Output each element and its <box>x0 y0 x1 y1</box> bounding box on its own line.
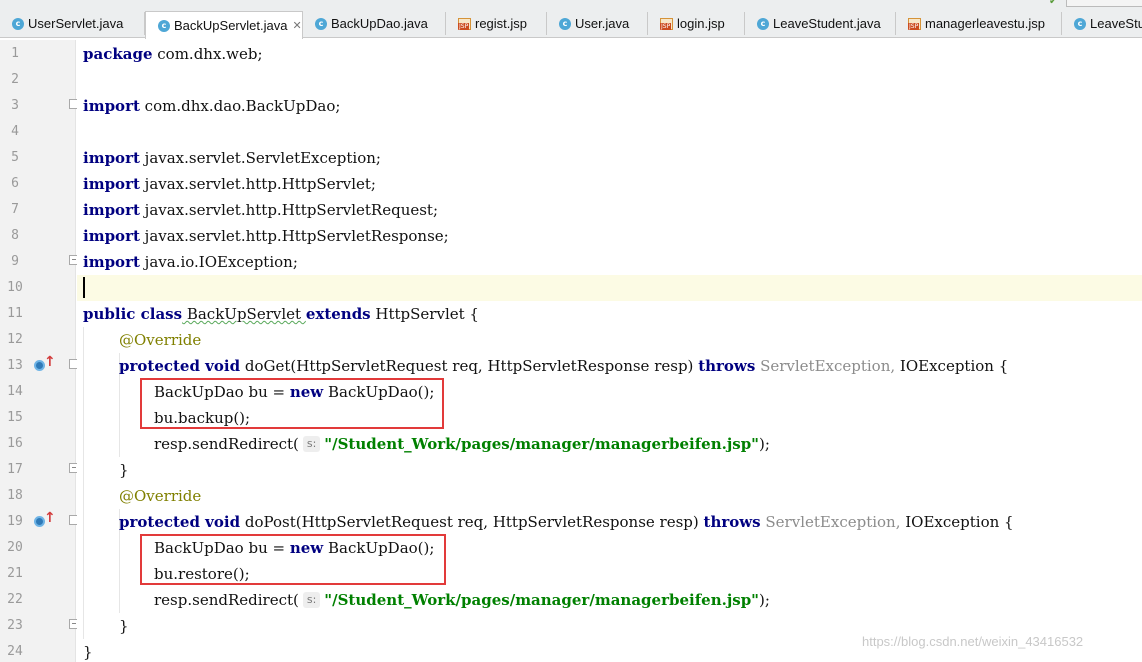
java-class-icon: c <box>757 17 769 30</box>
parameter-hint: s: <box>302 592 321 608</box>
override-method-icon[interactable]: ↑ <box>33 510 56 529</box>
line-number: 14 <box>7 384 23 399</box>
code-line-18: @Override <box>119 487 202 505</box>
tab-label: BackUpDao.java <box>331 16 428 31</box>
tab-backupservlet-java[interactable]: c BackUpServlet.java ✕ <box>145 11 303 39</box>
tab-label: BackUpServlet.java <box>174 18 288 33</box>
tab-label: User.java <box>575 16 630 31</box>
tab-login-jsp[interactable]: JSP login.jsp <box>648 12 745 35</box>
line-number: 23 <box>7 618 23 633</box>
tab-label: UserServlet.java <box>28 16 124 31</box>
line-number: 20 <box>7 540 23 555</box>
code-line-17: } <box>119 461 129 479</box>
tab-label: managerleavestu.jsp <box>925 16 1045 31</box>
code-line-24: } <box>83 643 93 661</box>
line-number: 1 <box>11 46 19 61</box>
code-editor[interactable]: package com.dhx.web; import com.dhx.dao.… <box>77 40 1142 662</box>
java-class-icon: c <box>158 19 170 32</box>
tab-backupdao-java[interactable]: c BackUpDao.java <box>303 12 446 35</box>
java-class-icon: c <box>315 17 327 30</box>
code-line-12: @Override <box>119 331 202 349</box>
line-number: 6 <box>11 176 19 191</box>
highlight-box-dopost <box>140 534 446 585</box>
code-line-8: import javax.servlet.http.HttpServletRes… <box>83 227 449 245</box>
editor-gutter: 1 2 3 4 5 6 7 8 9 10 11 12 13 14 15 16 1… <box>0 40 79 662</box>
line-number: 3 <box>11 98 19 113</box>
code-line-11: public class BackUpServlet extends HttpS… <box>83 305 479 323</box>
java-class-icon: c <box>1074 17 1086 30</box>
indent-guide <box>83 327 84 639</box>
java-class-icon: c <box>12 17 24 30</box>
watermark: https://blog.csdn.net/weixin_43416532 <box>862 634 1084 649</box>
code-line-22: resp.sendRedirect(s: "/Student_Work/pages… <box>154 591 770 609</box>
line-number: 19 <box>7 514 23 529</box>
line-number: 9 <box>11 254 19 269</box>
highlight-box-doget <box>140 378 444 429</box>
code-line-9: import java.io.IOException; <box>83 253 298 271</box>
tab-managerleavestu-jsp[interactable]: JSP managerleavestu.jsp <box>896 12 1062 35</box>
code-line-19: protected void doPost(HttpServletRequest… <box>119 513 1014 531</box>
line-number: 21 <box>7 566 23 581</box>
line-number: 5 <box>11 150 19 165</box>
tab-user-java[interactable]: c User.java <box>547 12 648 35</box>
line-number: 4 <box>11 124 19 139</box>
text-caret <box>83 277 85 298</box>
tab-userservlet-java[interactable]: c UserServlet.java <box>0 12 145 35</box>
line-number: 7 <box>11 202 19 217</box>
parameter-hint: s: <box>302 436 321 452</box>
tab-label: login.jsp <box>677 16 725 31</box>
tab-leavestudent-java[interactable]: c LeaveStudent.java <box>745 12 896 35</box>
current-line-highlight <box>77 275 1142 301</box>
code-line-23: } <box>119 617 129 635</box>
code-line-6: import javax.servlet.http.HttpServlet; <box>83 175 376 193</box>
jsp-file-icon: JSP <box>660 17 673 30</box>
jsp-file-icon: JSP <box>908 17 921 30</box>
tab-label: LeaveStud <box>1090 16 1142 31</box>
check-icon: ✔ <box>1049 0 1058 7</box>
tab-label: regist.jsp <box>475 16 528 31</box>
line-number: 12 <box>7 332 23 347</box>
line-number: 17 <box>7 462 23 477</box>
editor-tab-bar: c UserServlet.java c BackUpServlet.java … <box>0 0 1142 39</box>
line-number: 22 <box>7 592 23 607</box>
java-class-icon: c <box>559 17 571 30</box>
line-number: 10 <box>7 280 23 295</box>
toolbar-fragment <box>1066 0 1142 7</box>
code-line-5: import javax.servlet.ServletException; <box>83 149 381 167</box>
line-number: 16 <box>7 436 23 451</box>
line-number: 13 <box>7 358 23 373</box>
line-number: 11 <box>7 306 23 321</box>
code-line-13: protected void doGet(HttpServletRequest … <box>119 357 1009 375</box>
tab-regist-jsp[interactable]: JSP regist.jsp <box>446 12 547 35</box>
line-number: 2 <box>11 72 19 87</box>
line-number: 15 <box>7 410 23 425</box>
code-line-3: import com.dhx.dao.BackUpDao; <box>83 97 341 115</box>
line-number: 8 <box>11 228 19 243</box>
code-line-16: resp.sendRedirect(s: "/Student_Work/pages… <box>154 435 770 453</box>
code-line-7: import javax.servlet.http.HttpServletReq… <box>83 201 439 219</box>
tab-leavestud-java[interactable]: c LeaveStud <box>1062 12 1142 35</box>
code-line-1: package com.dhx.web; <box>83 45 263 63</box>
tab-label: LeaveStudent.java <box>773 16 881 31</box>
close-icon[interactable]: ✕ <box>292 19 301 32</box>
jsp-file-icon: JSP <box>458 17 471 30</box>
line-number: 18 <box>7 488 23 503</box>
override-method-icon[interactable]: ↑ <box>33 354 56 373</box>
line-number: 24 <box>7 644 23 659</box>
